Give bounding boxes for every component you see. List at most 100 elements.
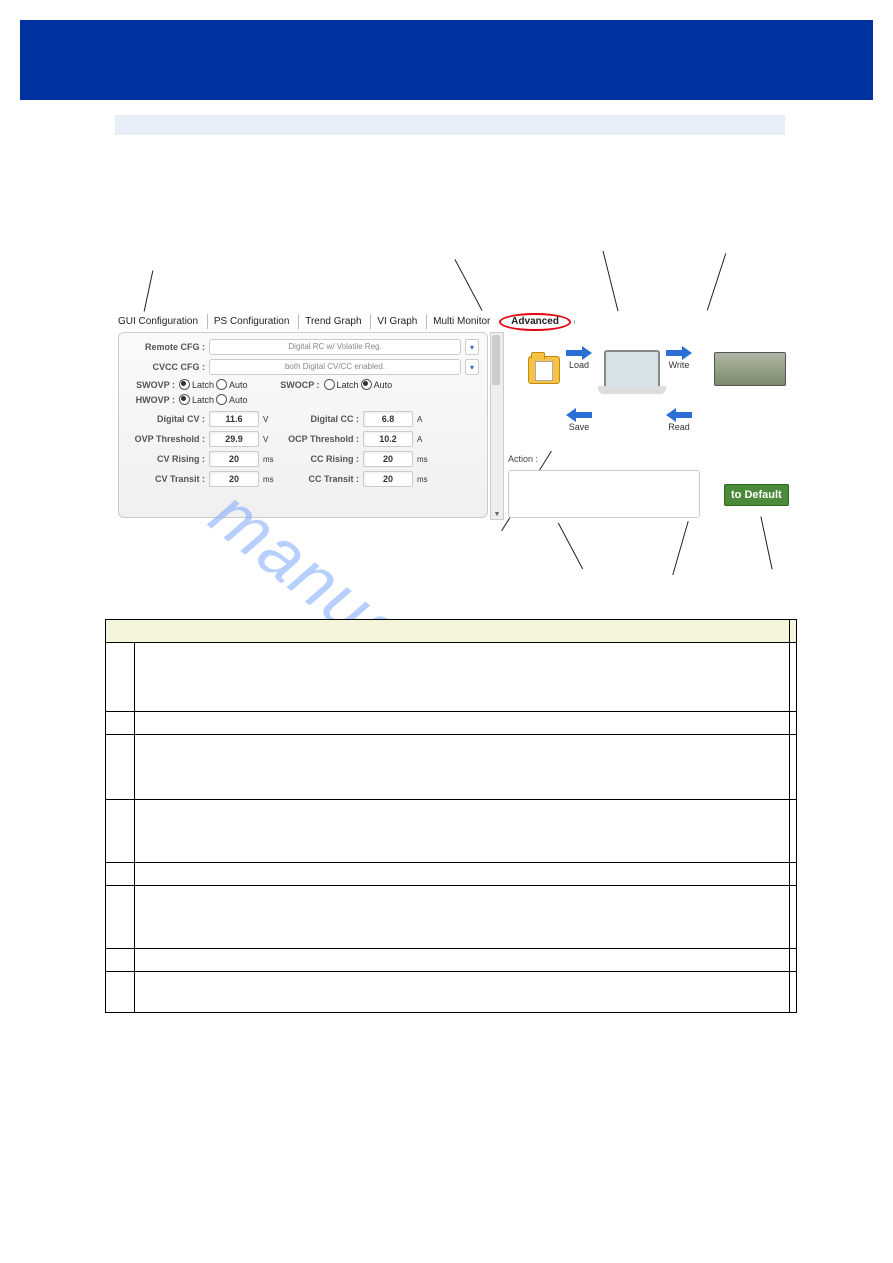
action-log-box: [508, 470, 700, 518]
ovp-threshold-unit: V: [263, 435, 277, 444]
table-row: [135, 643, 790, 712]
table-row: [135, 735, 790, 800]
sub-band: [115, 115, 785, 135]
write-label: Write: [666, 360, 692, 370]
file-source-icon: [528, 356, 560, 384]
cvcc-cfg-label: CVCC CFG :: [127, 362, 205, 372]
table-row: [106, 800, 135, 863]
digital-cc-unit: A: [417, 415, 431, 424]
swovp-auto-label: Auto: [229, 380, 248, 390]
hwovp-auto-label: Auto: [229, 395, 248, 405]
table-row: [106, 949, 135, 972]
annotation-line: [454, 259, 482, 311]
remote-cfg-label: Remote CFG :: [127, 342, 205, 352]
remote-cfg-select[interactable]: Digital RC w/ Volatile Reg.: [209, 339, 461, 355]
swocp-latch-radio[interactable]: [324, 379, 335, 390]
table-row: [790, 972, 797, 1013]
load-arrow-icon: Load: [566, 346, 592, 370]
table-row: [106, 886, 135, 949]
table-row: [790, 886, 797, 949]
table-row: [135, 712, 790, 735]
table-row: [135, 863, 790, 886]
swovp-radio-group: Latch Auto: [179, 379, 248, 390]
table-header-left: [106, 620, 790, 643]
scroll-down-icon[interactable]: ▼: [491, 509, 503, 519]
tab-bar: GUI Configuration PS Configuration Trend…: [112, 313, 806, 331]
hwovp-latch-radio[interactable]: [179, 394, 190, 405]
ocp-threshold-label: OCP Threshold :: [281, 434, 359, 444]
table-row: [790, 735, 797, 800]
table-row: [790, 949, 797, 972]
read-label: Read: [666, 422, 692, 432]
table-row: [135, 972, 790, 1013]
annotation-line: [144, 270, 154, 311]
annotation-line: [558, 523, 583, 569]
swocp-latch-label: Latch: [337, 380, 359, 390]
swovp-latch-label: Latch: [192, 380, 214, 390]
table-row: [106, 712, 135, 735]
ocp-threshold-unit: A: [417, 435, 431, 444]
table-row: [106, 643, 135, 712]
tab-advanced[interactable]: Advanced: [499, 313, 571, 331]
swocp-auto-radio[interactable]: [361, 379, 372, 390]
tab-ps-configuration[interactable]: PS Configuration: [207, 314, 296, 329]
remote-cfg-dropdown-icon[interactable]: ▾: [465, 339, 479, 355]
annotation-line: [603, 251, 619, 311]
config-panel: Remote CFG : Digital RC w/ Volatile Reg.…: [118, 332, 488, 518]
swocp-label: SWOCP :: [252, 380, 320, 390]
table-row: [106, 972, 135, 1013]
cv-transit-input[interactable]: 20: [209, 471, 259, 487]
cv-transit-label: CV Transit :: [127, 474, 205, 484]
cvcc-cfg-select[interactable]: both Digital CV/CC enabled.: [209, 359, 461, 375]
table-row: [106, 735, 135, 800]
cc-transit-input[interactable]: 20: [363, 471, 413, 487]
paper-icon: [535, 361, 553, 381]
load-label: Load: [566, 360, 592, 370]
swovp-latch-radio[interactable]: [179, 379, 190, 390]
tab-vi-graph[interactable]: VI Graph: [370, 314, 423, 329]
swovp-label: SWOVP :: [127, 380, 175, 390]
tab-gui-configuration[interactable]: GUI Configuration: [112, 314, 204, 329]
cc-transit-unit: ms: [417, 475, 431, 484]
digital-cc-label: Digital CC :: [281, 414, 359, 424]
digital-cc-input[interactable]: 6.8: [363, 411, 413, 427]
cc-rising-input[interactable]: 20: [363, 451, 413, 467]
scroll-thumb[interactable]: [492, 335, 500, 385]
table-row: [790, 863, 797, 886]
write-arrow-icon: Write: [666, 346, 692, 370]
cv-rising-input[interactable]: 20: [209, 451, 259, 467]
hwovp-auto-radio[interactable]: [216, 394, 227, 405]
swocp-radio-group: Latch Auto: [324, 379, 393, 390]
action-area: Load Save Write Read Action : to Default: [508, 332, 800, 518]
cv-rising-label: CV Rising :: [127, 454, 205, 464]
laptop-icon: [604, 350, 660, 390]
table-row: [790, 800, 797, 863]
ovp-threshold-input[interactable]: 29.9: [209, 431, 259, 447]
cv-rising-unit: ms: [263, 455, 277, 464]
tab-multi-monitor[interactable]: Multi Monitor: [426, 314, 496, 329]
swovp-auto-radio[interactable]: [216, 379, 227, 390]
tab-spacer: [574, 320, 591, 324]
folder-icon: [528, 356, 560, 384]
digital-cv-unit: V: [263, 415, 277, 424]
header-band: [20, 20, 873, 100]
tab-trend-graph[interactable]: Trend Graph: [298, 314, 367, 329]
cvcc-cfg-dropdown-icon[interactable]: ▾: [465, 359, 479, 375]
ocp-threshold-input[interactable]: 10.2: [363, 431, 413, 447]
table-row: [135, 800, 790, 863]
swocp-auto-label: Auto: [374, 380, 393, 390]
panel-scrollbar[interactable]: ▲ ▼: [490, 332, 504, 520]
table-row: [135, 886, 790, 949]
cv-transit-unit: ms: [263, 475, 277, 484]
description-table: [105, 619, 797, 1013]
cc-rising-unit: ms: [417, 455, 431, 464]
cc-transit-label: CC Transit :: [281, 474, 359, 484]
table-row: [790, 643, 797, 712]
cc-rising-label: CC Rising :: [281, 454, 359, 464]
digital-cv-input[interactable]: 11.6: [209, 411, 259, 427]
to-default-button[interactable]: to Default: [724, 484, 789, 506]
hwovp-label: HWOVP :: [127, 395, 175, 405]
table-row: [135, 949, 790, 972]
psu-icon: [714, 352, 786, 386]
annotation-line: [707, 253, 726, 310]
